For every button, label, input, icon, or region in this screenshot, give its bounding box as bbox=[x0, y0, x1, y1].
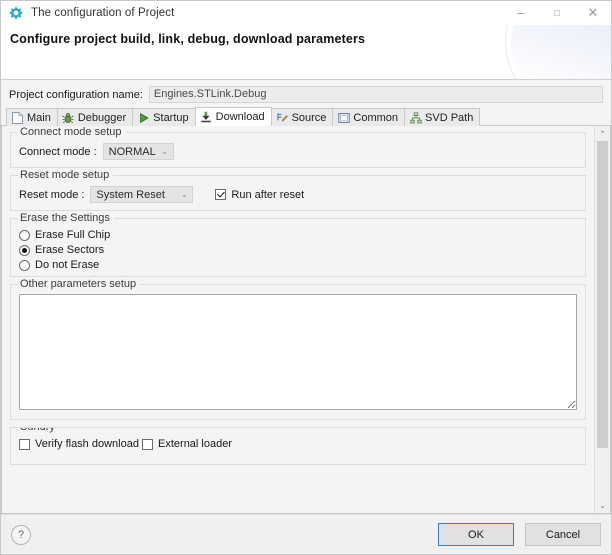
project-configuration-label: Project configuration name: bbox=[9, 89, 143, 101]
radio-dot bbox=[19, 230, 30, 241]
reset-mode-label: Reset mode : bbox=[19, 189, 84, 201]
common-icon bbox=[337, 111, 350, 124]
radio-label: Do not Erase bbox=[35, 259, 99, 271]
project-configuration-row: Project configuration name: bbox=[1, 80, 611, 107]
reset-mode-row: Reset mode : System Reset ⌄ Run after re… bbox=[19, 186, 577, 203]
download-icon bbox=[200, 111, 213, 124]
group-title: Reset mode setup bbox=[18, 169, 113, 181]
tab-label: Debugger bbox=[78, 112, 126, 124]
tab-label: Source bbox=[292, 112, 327, 124]
radio-erase-full-chip[interactable]: Erase Full Chip bbox=[19, 229, 577, 241]
group-reset-mode: Reset mode setup Reset mode : System Res… bbox=[10, 175, 586, 211]
vertical-scrollbar[interactable]: ⌃ ⌄ bbox=[594, 126, 610, 513]
tab-svd-path[interactable]: SVD Path bbox=[404, 108, 480, 126]
tab-source[interactable]: Source bbox=[271, 108, 334, 126]
verify-flash-download-checkbox[interactable]: Verify flash download bbox=[19, 438, 139, 450]
eclipse-icon bbox=[8, 5, 24, 21]
tab-main[interactable]: Main bbox=[6, 108, 58, 126]
dialog-header: Configure project build, link, debug, do… bbox=[1, 25, 611, 80]
bug-icon bbox=[62, 111, 75, 124]
project-configuration-input[interactable] bbox=[149, 86, 603, 103]
dialog-body: Project configuration name: Main bbox=[1, 80, 611, 514]
footer-buttons: OK Cancel bbox=[438, 523, 601, 546]
group-title: Erase the Settings bbox=[18, 212, 114, 224]
group-other-parameters: Other parameters setup bbox=[10, 284, 586, 420]
radio-dot bbox=[19, 260, 30, 271]
settings-content: Connect mode setup Connect mode : NORMAL… bbox=[2, 126, 594, 513]
checkbox-box bbox=[19, 439, 30, 450]
group-sundry: Sundry Verify flash download External lo… bbox=[10, 427, 586, 465]
radio-dot bbox=[19, 245, 30, 256]
radio-erase-sectors[interactable]: Erase Sectors bbox=[19, 244, 577, 256]
window-controls: – □ ✕ bbox=[503, 1, 611, 25]
group-connect-mode: Connect mode setup Connect mode : NORMAL… bbox=[10, 132, 586, 168]
window-title: The configuration of Project bbox=[31, 7, 174, 19]
source-icon bbox=[276, 111, 289, 124]
checkbox-box bbox=[142, 439, 153, 450]
tab-common[interactable]: Common bbox=[332, 108, 405, 126]
ok-button[interactable]: OK bbox=[438, 523, 514, 546]
tab-label: Download bbox=[216, 111, 265, 123]
radio-label: Erase Sectors bbox=[35, 244, 104, 256]
reset-mode-select[interactable]: System Reset ⌄ bbox=[90, 186, 193, 203]
group-title: Other parameters setup bbox=[18, 278, 140, 290]
reset-mode-value: System Reset bbox=[96, 189, 176, 201]
tab-label: Startup bbox=[153, 112, 188, 124]
radio-do-not-erase[interactable]: Do not Erase bbox=[19, 259, 577, 271]
checkbox-label: Run after reset bbox=[231, 189, 304, 201]
checkbox-label: External loader bbox=[158, 438, 232, 450]
chevron-down-icon: ⌄ bbox=[176, 191, 192, 199]
scroll-down-icon[interactable]: ⌄ bbox=[595, 498, 610, 513]
dialog-window: The configuration of Project – □ ✕ Confi… bbox=[0, 0, 612, 555]
dialog-footer: ? OK Cancel bbox=[1, 514, 611, 554]
scrollbar-track[interactable] bbox=[595, 141, 610, 498]
tab-bar: Main Debugger Startup bbox=[1, 107, 611, 126]
tab-startup[interactable]: Startup bbox=[132, 108, 195, 126]
svd-icon bbox=[409, 111, 422, 124]
tab-download[interactable]: Download bbox=[195, 107, 272, 126]
run-after-reset-checkbox[interactable]: Run after reset bbox=[215, 189, 304, 201]
tab-debugger[interactable]: Debugger bbox=[57, 108, 133, 126]
tab-label: Common bbox=[353, 112, 398, 124]
radio-label: Erase Full Chip bbox=[35, 229, 110, 241]
cancel-button[interactable]: Cancel bbox=[525, 523, 601, 546]
minimize-button[interactable]: – bbox=[503, 1, 539, 25]
connect-mode-row: Connect mode : NORMAL ⌄ bbox=[19, 143, 577, 160]
scroll-up-icon[interactable]: ⌃ bbox=[595, 126, 610, 141]
settings-scroll-pane: Connect mode setup Connect mode : NORMAL… bbox=[1, 126, 611, 514]
help-icon[interactable]: ? bbox=[11, 525, 31, 545]
connect-mode-label: Connect mode : bbox=[19, 146, 97, 158]
maximize-button[interactable]: □ bbox=[539, 1, 575, 25]
connect-mode-value: NORMAL bbox=[109, 146, 157, 158]
chevron-down-icon: ⌄ bbox=[157, 148, 173, 156]
header-decoration bbox=[511, 25, 611, 80]
group-title: Sundry bbox=[18, 427, 59, 433]
tab-label: SVD Path bbox=[425, 112, 473, 124]
other-parameters-textarea[interactable] bbox=[19, 294, 577, 410]
play-icon bbox=[137, 111, 150, 124]
scrollbar-thumb[interactable] bbox=[597, 141, 608, 448]
title-bar: The configuration of Project – □ ✕ bbox=[1, 1, 611, 25]
sundry-options: Verify flash download External loader bbox=[19, 432, 577, 462]
external-loader-checkbox[interactable]: External loader bbox=[142, 438, 232, 450]
group-title: Connect mode setup bbox=[18, 126, 126, 138]
close-button[interactable]: ✕ bbox=[575, 1, 611, 25]
page-title: Configure project build, link, debug, do… bbox=[10, 32, 365, 46]
checkbox-label: Verify flash download bbox=[35, 438, 139, 450]
connect-mode-select[interactable]: NORMAL ⌄ bbox=[103, 143, 174, 160]
tab-label: Main bbox=[27, 112, 51, 124]
document-icon bbox=[11, 111, 24, 124]
group-erase-settings: Erase the Settings Erase Full Chip Erase… bbox=[10, 218, 586, 277]
checkbox-box bbox=[215, 189, 226, 200]
